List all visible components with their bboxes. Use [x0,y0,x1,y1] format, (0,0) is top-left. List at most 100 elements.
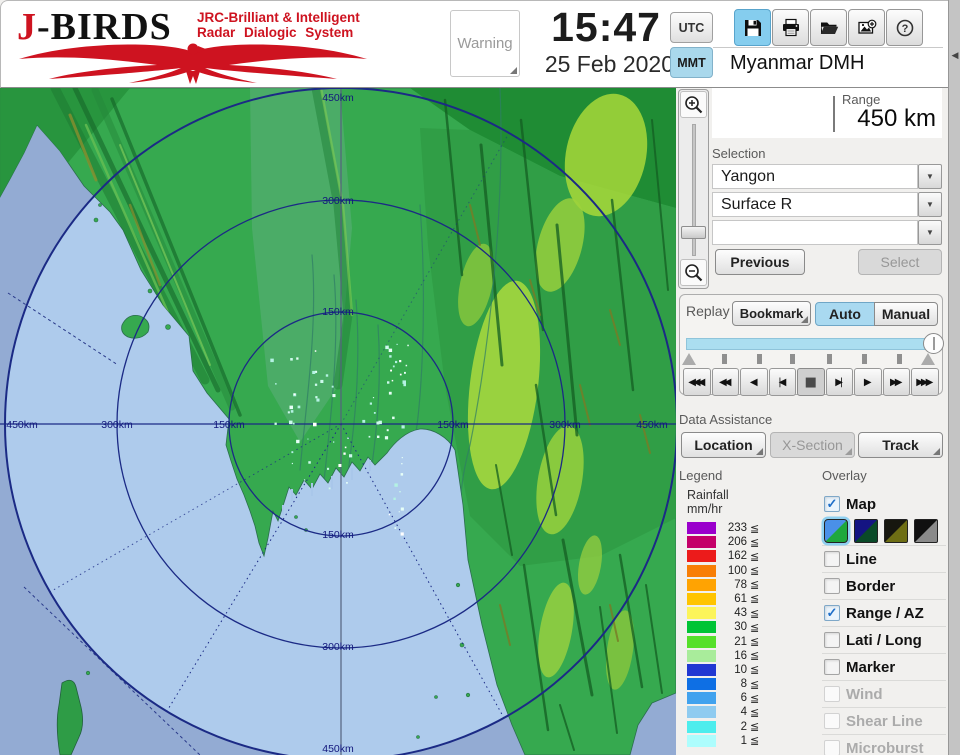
overlay-item-line[interactable]: Line [822,545,946,572]
help-button[interactable]: ? [886,9,923,46]
track-button[interactable]: Track [858,432,943,458]
overlay-item-map[interactable]: ✓Map [822,491,946,517]
mmt-button[interactable]: MMT [670,47,713,78]
x-section-button[interactable]: X-Section [770,432,855,458]
legend-row: 61≦ [687,593,797,605]
header: J-BIRDS JRC-Brilliant & Intelligent Rada… [0,0,948,88]
print-icon [781,18,801,38]
overlay-item-label: Line [846,551,877,568]
replay-slider-track[interactable] [686,338,932,350]
legend-row: 21≦ [687,636,797,648]
legend-row: 43≦ [687,607,797,619]
replay-slider-thumb[interactable] [923,333,944,354]
range-divider [833,96,835,132]
print-button[interactable] [772,9,809,46]
rewind-fast-button[interactable]: ◀◀◀ [683,368,711,396]
zoom-slider-thumb[interactable] [681,226,706,239]
forward-fast-button[interactable]: ▶▶▶ [911,368,939,396]
legend-color-swatch [687,550,716,562]
legend-color-swatch [687,579,716,591]
replay-tick [757,354,762,364]
map-style-swatch-3[interactable] [884,519,908,543]
less-equal-icon: ≦ [750,693,759,704]
svg-text:300km: 300km [322,641,354,653]
checkbox-checked-icon[interactable]: ✓ [824,605,840,621]
less-equal-icon: ≦ [750,622,759,633]
legend-value: 206 [716,536,747,548]
replay-label: Replay [686,303,730,319]
checkbox-icon[interactable] [824,632,840,648]
dropdown-value[interactable]: Yangon [712,164,918,189]
panel-scroll-strip[interactable]: ◀ [948,0,960,755]
play-button[interactable]: ▶ [854,368,882,396]
step-back-button[interactable]: |◀ [769,368,797,396]
map-style-swatch-2[interactable] [854,519,878,543]
checkbox-checked-icon[interactable]: ✓ [824,496,840,512]
radar-map[interactable]: 450km300km150km150km300km450km450km300km… [0,88,676,755]
less-equal-icon: ≦ [750,721,759,732]
legend-color-swatch [687,706,716,718]
help-icon: ? [895,18,915,38]
map-style-swatch-1[interactable] [824,519,848,543]
replay-range-end-marker[interactable] [921,353,935,365]
less-equal-icon: ≦ [750,523,759,534]
checkbox-icon[interactable] [824,713,840,729]
overlay-item-wind[interactable]: Wind [822,680,946,707]
legend-row: 1≦ [687,735,797,747]
save-button[interactable] [734,9,771,46]
range-value: 450 km [857,105,936,133]
legend-color-swatch [687,522,716,534]
previous-button[interactable]: Previous [715,249,805,275]
manual-button[interactable]: Manual [874,302,938,326]
legend-color-swatch [687,593,716,605]
overlay-label: Overlay [822,468,867,483]
legend-title: Rainfall [687,488,797,502]
svg-text:?: ? [901,23,908,35]
zoom-out-button[interactable] [680,259,707,286]
play-reverse-button[interactable]: ◀ [740,368,768,396]
dropdown-value[interactable] [712,220,918,245]
utc-button[interactable]: UTC [670,12,713,43]
checkbox-icon[interactable] [824,686,840,702]
chevron-down-icon[interactable]: ▼ [918,220,942,245]
replay-range-start-marker[interactable] [682,353,696,365]
map-style-swatches [822,517,946,545]
dropdown-value[interactable]: Surface R [712,192,918,217]
overlay-item-microburst[interactable]: Microburst [822,734,946,755]
checkbox-icon[interactable] [824,578,840,594]
legend-row: 8≦ [687,678,797,690]
open-folder-button[interactable] [810,9,847,46]
map-style-swatch-4[interactable] [914,519,938,543]
legend-row: 10≦ [687,664,797,676]
legend-color-swatch [687,721,716,733]
snapshot-add-button[interactable] [848,9,885,46]
collapse-panel-icon[interactable]: ◀ [949,50,960,61]
auto-button[interactable]: Auto [815,302,875,326]
overlay-item-lati-long[interactable]: Lati / Long [822,626,946,653]
bookmark-button[interactable]: Bookmark [732,301,811,326]
select-button[interactable]: Select [858,249,942,275]
selection-dropdown-1: Yangon▼ [712,164,942,189]
chevron-down-icon[interactable]: ▼ [918,192,942,217]
location-button[interactable]: Location [681,432,766,458]
legend-row: 233≦ [687,522,797,534]
rewind-button[interactable]: ◀◀ [712,368,740,396]
chevron-down-icon[interactable]: ▼ [918,164,942,189]
legend-row: 6≦ [687,692,797,704]
overlay-item-marker[interactable]: Marker [822,653,946,680]
less-equal-icon: ≦ [750,593,759,604]
forward-button[interactable]: ▶▶ [883,368,911,396]
checkbox-icon[interactable] [824,740,840,755]
svg-text:150km: 150km [437,419,469,431]
step-forward-button[interactable]: ▶| [826,368,854,396]
overlay-item-border[interactable]: Border [822,572,946,599]
zoom-in-button[interactable] [680,91,707,118]
checkbox-icon[interactable] [824,551,840,567]
stop-button[interactable]: ■ [797,368,825,396]
overlay-item-shear-line[interactable]: Shear Line [822,707,946,734]
clock-time: 15:47 [521,4,661,51]
legend-row: 30≦ [687,621,797,633]
overlay-item-range-az[interactable]: ✓Range / AZ [822,599,946,626]
checkbox-icon[interactable] [824,659,840,675]
transport-controls: ◀◀◀◀◀◀|◀■▶|▶▶▶▶▶▶ [683,368,939,396]
